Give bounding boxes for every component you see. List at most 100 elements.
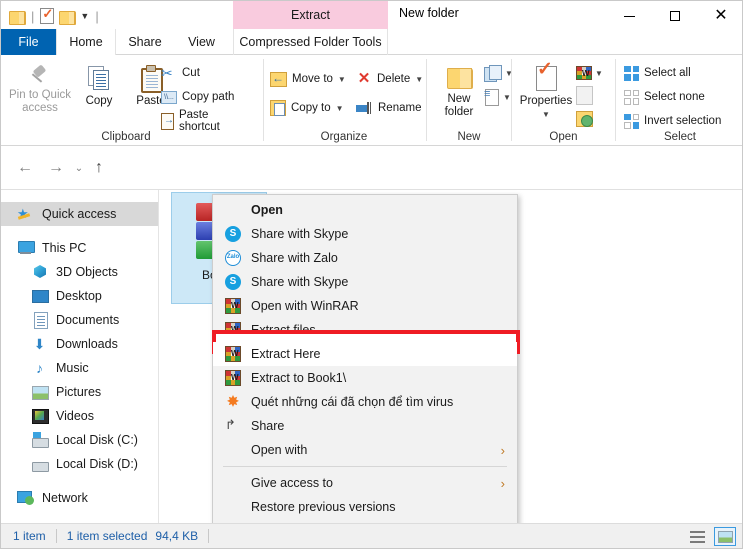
context-menu-item-share[interactable]: ↱ Share [213,414,517,438]
move-to-button[interactable]: Move to ▼ [270,69,346,89]
close-button[interactable]: ✕ [698,1,743,31]
sidebar-item-documents[interactable]: Documents [1,308,158,332]
sidebar-item-this-pc[interactable]: This PC [1,236,158,260]
context-menu-item-share-with-skype-1[interactable]: S Share with Skype [213,222,517,246]
context-menu-item-share-with-skype-2[interactable]: S Share with Skype [213,270,517,294]
avast-icon: ✸ [225,394,241,410]
details-view-button[interactable] [686,527,708,546]
context-menu-item-open-with[interactable]: Open with › [213,438,517,462]
context-menu-item-extract-to-book1[interactable]: Extract to Book1\ [213,366,517,390]
sidebar-item-label: Videos [56,409,94,423]
context-menu-item-label: Share [251,419,517,433]
maximize-icon [670,11,680,21]
chevron-down-icon: ▼ [415,75,423,84]
context-menu-item-open-with-winrar[interactable]: Open with WinRAR [213,294,517,318]
minimize-icon [624,16,635,17]
context-menu-item-label: Open [251,203,517,217]
navigation-pane[interactable]: ★ Quick access This PC 3D Objects Deskto… [1,190,159,524]
new-folder-icon[interactable] [59,10,75,23]
tab-view[interactable]: View [174,29,229,55]
large-icons-view-button[interactable] [714,527,736,546]
ribbon-group-new-title: New [427,131,511,143]
context-menu-item-restore-previous-versions[interactable]: Restore previous versions [213,495,517,519]
selection-size: 94,4 KB [147,529,198,543]
paste-shortcut-button[interactable]: Paste shortcut [161,111,241,131]
properties-button[interactable]: Properties ▼ [516,65,576,121]
sidebar-item-label: Pictures [56,385,101,399]
chevron-down-icon[interactable]: ▼ [80,11,89,21]
easy-access-button[interactable]: ▼ [484,87,511,107]
open-with-winrar-button[interactable]: ▼ [576,63,603,83]
forward-button[interactable]: → [46,158,66,178]
folder-icon[interactable] [9,10,25,23]
recent-locations-button[interactable]: ⌄ [69,158,89,178]
context-menu-item-open[interactable]: Open [213,198,517,222]
select-none-icon [624,90,639,105]
sidebar-item-videos[interactable]: Videos [1,404,158,428]
ribbon: Pin to Quick access Copy Paste ✂ Cut \\.… [1,55,743,146]
scissors-icon: ✂ [161,65,177,81]
no-icon [225,202,241,218]
cut-button[interactable]: ✂ Cut [161,63,200,83]
no-icon [225,442,241,458]
up-button[interactable]: ↑ [89,158,109,178]
context-menu-item-extract-here[interactable]: Extract Here [213,342,517,366]
copy-to-label: Copy to [291,102,331,114]
sidebar-item-quick-access[interactable]: ★ Quick access [1,202,158,226]
copy-button[interactable]: Copy [76,65,122,108]
pictures-icon [31,384,48,400]
sidebar-item-network[interactable]: Network [1,486,158,510]
context-menu-item-scan-for-virus[interactable]: ✸ Quét những cái đã chọn để tìm virus [213,390,517,414]
new-item-button[interactable]: ▼ [484,63,513,83]
tab-compressed-folder-tools[interactable]: Compressed Folder Tools [233,29,388,55]
copy-path-button[interactable]: \\... Copy path [161,87,234,107]
select-all-icon [624,66,639,81]
maximize-button[interactable] [652,1,698,31]
pin-to-quick-access-button[interactable]: Pin to Quick access [9,65,71,115]
properties-icon[interactable] [40,8,54,24]
delete-button[interactable]: ✕ Delete ▼ [356,69,423,89]
paste-shortcut-icon [161,113,174,130]
local-disk-d-icon [31,456,48,472]
tab-home[interactable]: Home [56,29,116,55]
sidebar-item-music[interactable]: ♪ Music [1,356,158,380]
title-bar: | ▼ | Extract New folder ✕ [1,1,743,31]
sidebar-item-label: Quick access [42,207,116,221]
rename-button[interactable]: Rename [356,98,421,118]
skype-icon: S [225,226,241,242]
sidebar-item-3d-objects[interactable]: 3D Objects [1,260,158,284]
sidebar-item-desktop[interactable]: Desktop [1,284,158,308]
context-menu-item-share-with-zalo[interactable]: Zalo Share with Zalo [213,246,517,270]
network-icon [17,490,34,506]
history-button[interactable] [576,109,593,129]
tab-file[interactable]: File [1,29,56,55]
context-menu-item-label: Open with WinRAR [251,299,517,313]
sidebar-item-label: Network [42,491,88,505]
invert-selection-icon [624,114,639,129]
videos-icon [31,408,48,424]
sidebar-item-pictures[interactable]: Pictures [1,380,158,404]
chevron-down-icon: ▼ [542,108,550,121]
minimize-button[interactable] [606,1,652,31]
invert-selection-label: Invert selection [644,115,721,127]
delete-label: Delete [377,73,410,85]
context-menu[interactable]: Open S Share with Skype Zalo Share with … [212,194,518,549]
context-menu-separator [223,466,507,467]
copy-path-label: Copy path [182,91,234,103]
back-button[interactable]: ← [15,158,35,178]
context-menu-item-extract-files[interactable]: Extract files... [213,318,517,342]
tab-share[interactable]: Share [116,29,174,55]
sidebar-item-label: Downloads [56,337,118,351]
context-menu-item-give-access-to[interactable]: Give access to › [213,471,517,495]
sidebar-item-local-disk-c[interactable]: Local Disk (C:) [1,428,158,452]
copy-to-button[interactable]: Copy to ▼ [270,98,344,118]
new-item-icon [484,65,502,81]
sidebar-item-local-disk-d[interactable]: Local Disk (D:) [1,452,158,476]
select-none-button[interactable]: Select none [624,87,705,107]
new-folder-button[interactable]: New folder [433,65,485,119]
invert-selection-button[interactable]: Invert selection [624,111,721,131]
select-all-button[interactable]: Select all [624,63,691,83]
winrar-icon [225,322,241,338]
sidebar-item-downloads[interactable]: ⬇ Downloads [1,332,158,356]
context-menu-item-label: Quét những cái đã chọn để tìm virus [251,395,517,409]
